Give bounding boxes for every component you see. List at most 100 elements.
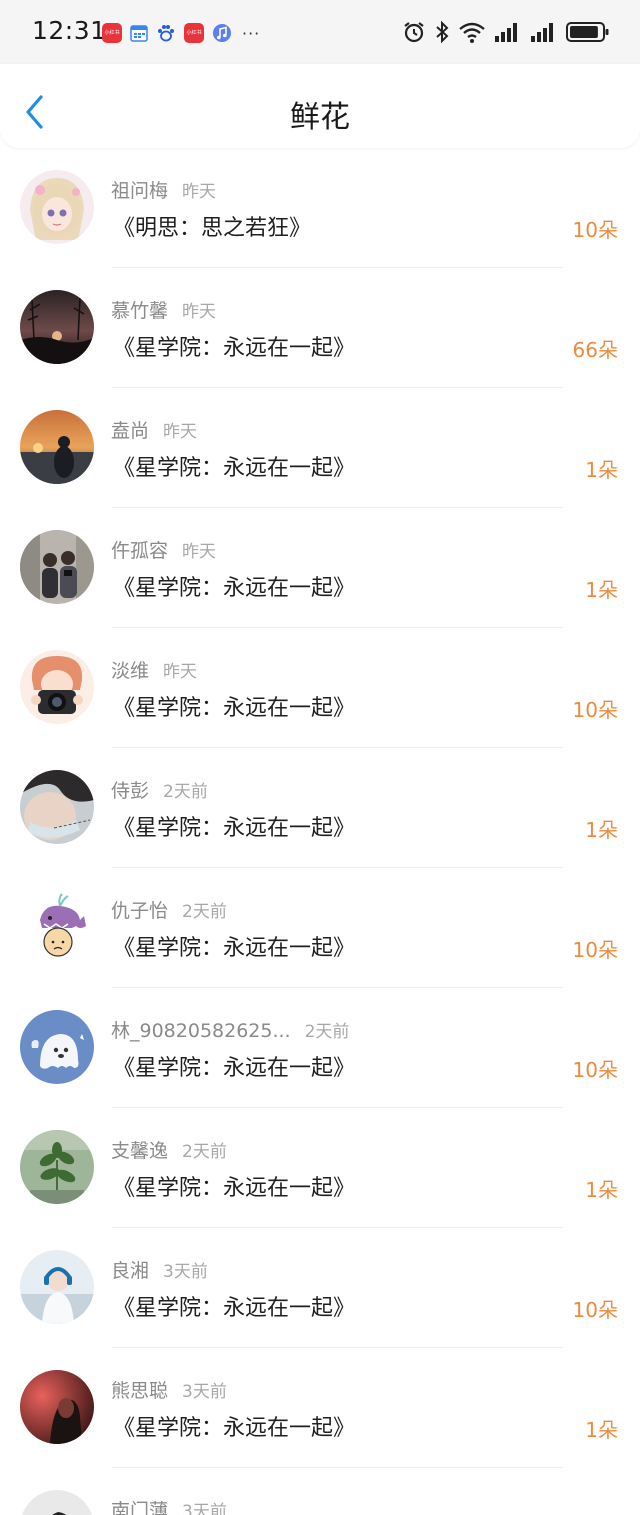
- bluetooth-icon: [436, 20, 449, 44]
- sender-line: 慕竹馨 昨天: [111, 296, 216, 323]
- sender-line: 侍彭 2天前: [111, 776, 208, 803]
- nav-header: 鲜花: [0, 64, 640, 148]
- baidu-paw-icon: [158, 25, 174, 42]
- sent-time: 昨天: [182, 182, 217, 202]
- sender-line: 支馨逸 2天前: [111, 1136, 227, 1163]
- book-title[interactable]: 《明思：思之若狂》: [113, 210, 311, 242]
- list-item-9[interactable]: 支馨逸 2天前 《星学院：永远在一起》 1朵: [0, 1108, 640, 1228]
- list-item-4[interactable]: 仵孤容 昨天 《星学院：永远在一起》 1朵: [0, 508, 640, 628]
- book-title[interactable]: 《星学院：永远在一起》: [113, 810, 355, 842]
- list-item-3[interactable]: 盍尚 昨天 《星学院：永远在一起》 1朵: [0, 388, 640, 508]
- flower-count: 10朵: [572, 698, 618, 722]
- flower-count: 10朵: [572, 1058, 618, 1082]
- sender-name[interactable]: 祖问梅: [111, 180, 168, 202]
- list-item-1[interactable]: 祖问梅 昨天 《明思：思之若狂》 10朵: [0, 148, 640, 268]
- list-item-8[interactable]: 林_90820582625... 2天前 《星学院：永远在一起》 10朵: [0, 988, 640, 1108]
- flower-count: 10朵: [572, 1298, 618, 1322]
- sent-time: 昨天: [163, 422, 198, 442]
- list-item-6[interactable]: 侍彭 2天前 《星学院：永远在一起》 1朵: [0, 748, 640, 868]
- avatar-face-closeup[interactable]: [20, 770, 94, 844]
- avatar-red-portrait[interactable]: [20, 1370, 94, 1444]
- book-title[interactable]: 《星学院：永远在一起》: [113, 450, 355, 482]
- list-item-10[interactable]: 良湘 3天前 《星学院：永远在一起》 10朵: [0, 1228, 640, 1348]
- sender-line: 林_90820582625... 2天前: [111, 1016, 349, 1043]
- status-bar: 12:31 小红书 小红书 ···: [0, 0, 640, 64]
- sender-name[interactable]: 南门薄: [111, 1500, 168, 1515]
- sent-time: 2天前: [163, 782, 208, 802]
- xiaohongshu-app-icon: 小红书: [102, 23, 122, 43]
- calendar-app-icon: [130, 25, 148, 42]
- notification-icons: 小红书 小红书 ···: [102, 22, 260, 44]
- sender-line: 盍尚 昨天: [111, 416, 197, 443]
- xiaohongshu-app-icon-2: 小红书: [184, 23, 204, 43]
- sent-time: 昨天: [182, 542, 217, 562]
- music-app-icon: [213, 24, 231, 42]
- sender-name[interactable]: 良湘: [111, 1260, 149, 1282]
- sent-time: 3天前: [163, 1262, 208, 1282]
- avatar-headphones-boy[interactable]: [20, 1250, 94, 1324]
- sender-line: 南门薄 3天前: [111, 1496, 227, 1515]
- book-title[interactable]: 《星学院：永远在一起》: [113, 1290, 355, 1322]
- sender-name[interactable]: 熊思聪: [111, 1380, 168, 1402]
- flower-gift-list: 祖问梅 昨天 《明思：思之若狂》 10朵 慕竹馨 昨天 《星学院：永远在一起》 66…: [0, 148, 640, 1515]
- book-title[interactable]: 《星学院：永远在一起》: [113, 570, 355, 602]
- sender-line: 仵孤容 昨天: [111, 536, 216, 563]
- book-title[interactable]: 《星学院：永远在一起》: [113, 930, 355, 962]
- list-item-2[interactable]: 慕竹馨 昨天 《星学院：永远在一起》 66朵: [0, 268, 640, 388]
- book-title[interactable]: 《星学院：永远在一起》: [113, 1170, 355, 1202]
- book-title[interactable]: 《星学院：永远在一起》: [113, 1410, 355, 1442]
- flower-count: 10朵: [572, 218, 618, 242]
- signal-icon-1: [495, 23, 517, 42]
- sender-line: 淡维 昨天: [111, 656, 197, 683]
- sent-time: 昨天: [182, 302, 217, 322]
- sender-line: 祖问梅 昨天: [111, 176, 216, 203]
- flower-count: 10朵: [572, 938, 618, 962]
- avatar-green-plant[interactable]: [20, 1130, 94, 1204]
- signal-icon-2: [531, 23, 553, 42]
- list-item-11[interactable]: 熊思聪 3天前 《星学院：永远在一起》 1朵: [0, 1348, 640, 1468]
- avatar-anime-girl[interactable]: [20, 170, 94, 244]
- page-title: 鲜花: [290, 100, 350, 135]
- avatar-bw-portrait[interactable]: [20, 1490, 94, 1515]
- flower-count: 1朵: [585, 1178, 618, 1202]
- status-time: 12:31: [32, 16, 107, 45]
- sent-time: 昨天: [163, 662, 198, 682]
- sender-name[interactable]: 支馨逸: [111, 1140, 168, 1162]
- sender-name[interactable]: 林_90820582625...: [111, 1020, 291, 1042]
- more-notifications-icon: ···: [242, 23, 261, 43]
- flower-count: 1朵: [585, 1418, 618, 1442]
- sent-time: 3天前: [182, 1382, 227, 1402]
- sender-line: 仇子怡 2天前: [111, 896, 227, 923]
- avatar-camera-boy[interactable]: [20, 650, 94, 724]
- sender-name[interactable]: 仵孤容: [111, 540, 168, 562]
- alarm-icon: [404, 22, 424, 43]
- sent-time: 2天前: [182, 902, 227, 922]
- sender-name[interactable]: 仇子怡: [111, 900, 168, 922]
- flower-count: 1朵: [585, 818, 618, 842]
- sender-name[interactable]: 盍尚: [111, 420, 149, 442]
- avatar-dark-sunset[interactable]: [20, 290, 94, 364]
- sender-name[interactable]: 侍彭: [111, 780, 149, 802]
- sender-line: 熊思聪 3天前: [111, 1376, 227, 1403]
- wifi-icon: [459, 22, 485, 43]
- flower-count: 1朵: [585, 458, 618, 482]
- flower-count: 1朵: [585, 578, 618, 602]
- sent-time: 3天前: [182, 1502, 227, 1515]
- system-icons: [402, 18, 610, 46]
- sent-time: 2天前: [182, 1142, 227, 1162]
- sender-name[interactable]: 淡维: [111, 660, 149, 682]
- avatar-whale-kid[interactable]: [20, 890, 94, 964]
- sent-time: 2天前: [304, 1022, 350, 1042]
- avatar-beach-sunset[interactable]: [20, 410, 94, 484]
- list-item-12[interactable]: 南门薄 3天前: [0, 1468, 640, 1515]
- book-title[interactable]: 《星学院：永远在一起》: [113, 330, 355, 362]
- sender-name[interactable]: 慕竹馨: [111, 300, 168, 322]
- list-item-7[interactable]: 仇子怡 2天前 《星学院：永远在一起》 10朵: [0, 868, 640, 988]
- book-title[interactable]: 《星学院：永远在一起》: [113, 1050, 355, 1082]
- flower-count: 66朵: [572, 338, 618, 362]
- avatar-couple-street[interactable]: [20, 530, 94, 604]
- sender-line: 良湘 3天前: [111, 1256, 208, 1283]
- book-title[interactable]: 《星学院：永远在一起》: [113, 690, 355, 722]
- list-item-5[interactable]: 淡维 昨天 《星学院：永远在一起》 10朵: [0, 628, 640, 748]
- avatar-ghost-blue[interactable]: [20, 1010, 94, 1084]
